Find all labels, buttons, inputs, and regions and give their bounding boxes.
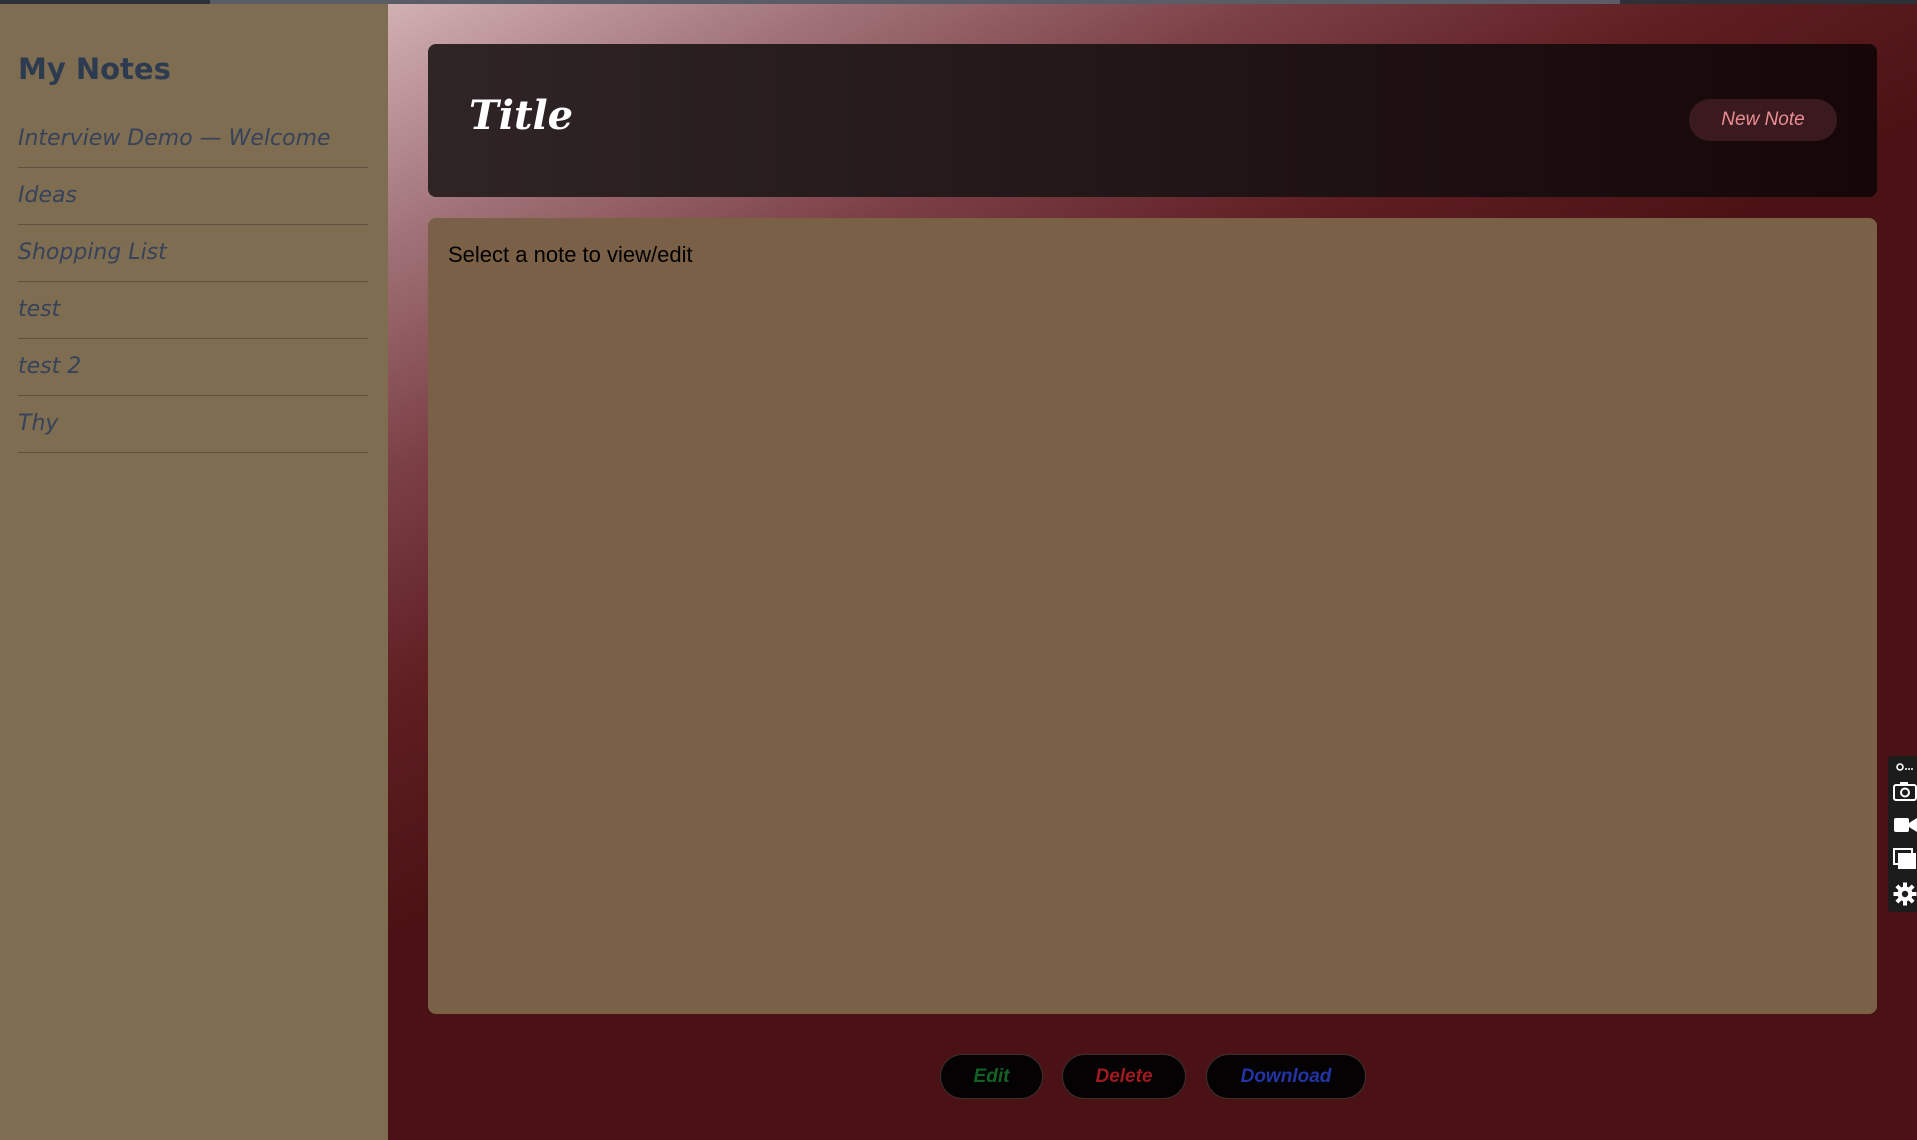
note-header: Title New Note <box>428 44 1877 197</box>
note-placeholder-text: Select a note to view/edit <box>448 242 693 267</box>
sidebar: My Notes Interview Demo — Welcome Ideas … <box>0 4 388 1140</box>
note-list-item[interactable]: test 2 <box>18 339 368 396</box>
download-button[interactable]: Download <box>1206 1054 1366 1099</box>
gear-icon[interactable] <box>1892 880 1917 908</box>
note-list-item[interactable]: Thy <box>18 396 368 453</box>
note-actions: Edit Delete Download <box>388 1054 1917 1102</box>
camera-icon[interactable] <box>1892 778 1917 804</box>
note-list-item[interactable]: Ideas <box>18 168 368 225</box>
notes-app: My Notes Interview Demo — Welcome Ideas … <box>0 0 1917 1140</box>
new-note-button[interactable]: New Note <box>1689 99 1837 141</box>
main-area: Title New Note Select a note to view/edi… <box>388 4 1917 1140</box>
note-content-panel[interactable]: Select a note to view/edit <box>428 218 1877 1014</box>
note-title: Title <box>469 92 574 139</box>
link-icon[interactable] <box>1892 760 1917 774</box>
note-list-item[interactable]: Shopping List <box>18 225 368 282</box>
sidebar-title: My Notes <box>18 52 171 86</box>
video-icon[interactable] <box>1892 812 1917 838</box>
note-list: Interview Demo — Welcome Ideas Shopping … <box>18 111 368 453</box>
floating-capture-toolbar <box>1888 756 1917 912</box>
note-list-item[interactable]: Interview Demo — Welcome <box>18 111 368 168</box>
edit-button[interactable]: Edit <box>940 1054 1043 1099</box>
window-icon[interactable] <box>1892 846 1917 872</box>
note-list-item[interactable]: test <box>18 282 368 339</box>
delete-button[interactable]: Delete <box>1062 1054 1186 1099</box>
